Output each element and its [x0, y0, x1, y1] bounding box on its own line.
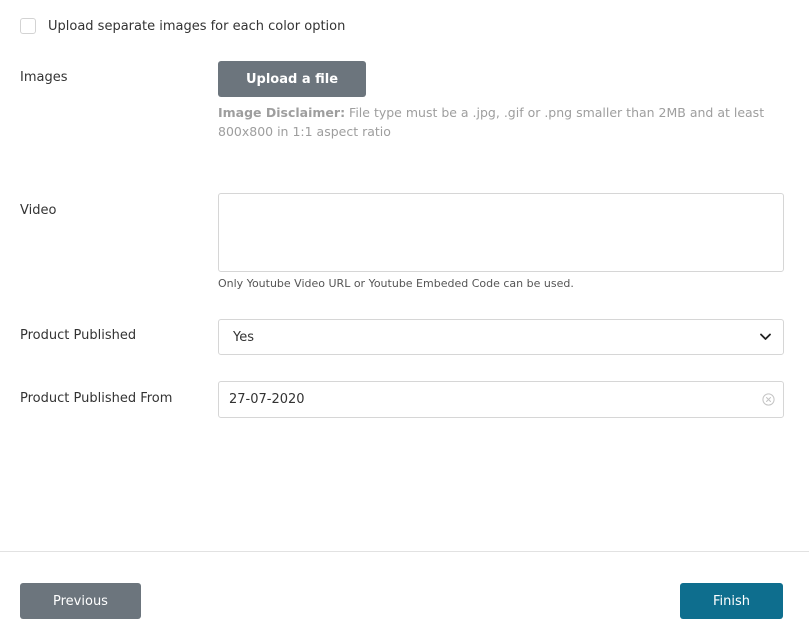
color-option-checkbox[interactable]: [20, 18, 36, 34]
previous-button[interactable]: Previous: [20, 583, 141, 619]
video-input[interactable]: [218, 193, 784, 272]
color-option-label[interactable]: Upload separate images for each color op…: [48, 19, 345, 34]
image-disclaimer: Image Disclaimer: File type must be a .j…: [218, 103, 778, 141]
footer-divider: [0, 551, 809, 552]
product-published-from-value: 27-07-2020: [229, 392, 305, 407]
image-disclaimer-title: Image Disclaimer:: [218, 105, 346, 120]
color-option-row: Upload separate images for each color op…: [20, 16, 345, 36]
finish-button[interactable]: Finish: [680, 583, 783, 619]
chevron-down-icon: [759, 331, 771, 343]
product-published-from-label: Product Published From: [20, 391, 173, 406]
product-form-step: Upload separate images for each color op…: [0, 0, 809, 635]
product-published-value: Yes: [233, 329, 254, 345]
video-label: Video: [20, 203, 57, 218]
images-label: Images: [20, 70, 68, 85]
product-published-from-input[interactable]: 27-07-2020: [218, 381, 784, 418]
upload-file-button[interactable]: Upload a file: [218, 61, 366, 97]
video-help-text: Only Youtube Video URL or Youtube Embede…: [218, 277, 574, 290]
product-published-select[interactable]: Yes: [218, 319, 784, 355]
clear-circle-icon[interactable]: [761, 393, 775, 407]
product-published-label: Product Published: [20, 328, 137, 343]
